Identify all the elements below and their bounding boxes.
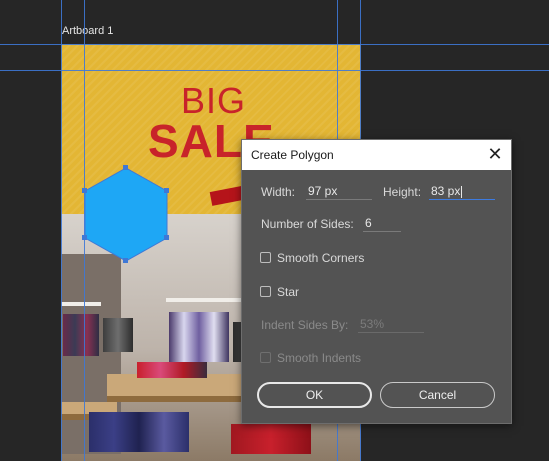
dialog-title: Create Polygon [251,148,334,162]
width-label: Width: [261,185,296,199]
ok-button[interactable]: OK [257,382,372,408]
dialog-titlebar[interactable]: Create Polygon ✕ [242,140,511,170]
selection-handle[interactable] [123,258,128,263]
height-input[interactable]: 83 px [429,184,495,200]
indent-sides-label: Indent Sides By: [261,318,349,332]
smooth-indents-checkbox[interactable] [260,352,271,363]
selection-handle[interactable] [164,188,169,193]
smooth-corners-label[interactable]: Smooth Corners [277,251,364,265]
width-input[interactable]: 97 px [306,184,372,200]
indent-sides-input[interactable]: 53% [358,317,424,333]
smooth-corners-checkbox[interactable] [260,252,271,263]
height-label: Height: [383,185,422,199]
selection-handle[interactable] [164,235,169,240]
guide-horizontal[interactable] [0,70,549,71]
number-of-sides-label: Number of Sides: [261,217,354,231]
guide-vertical[interactable] [84,0,85,461]
guide-horizontal[interactable] [0,44,549,45]
guide-vertical[interactable] [61,0,62,461]
create-polygon-dialog: Create Polygon ✕ Width: 97 px Height: 83… [241,139,512,424]
star-checkbox[interactable] [260,286,271,297]
smooth-indents-label[interactable]: Smooth Indents [277,351,361,365]
star-label[interactable]: Star [277,285,299,299]
cancel-button[interactable]: Cancel [380,382,495,408]
text-caret [461,185,463,198]
height-input-value: 83 px [431,184,461,198]
close-icon[interactable]: ✕ [485,144,505,164]
selection-handle[interactable] [123,165,128,170]
number-of-sides-input[interactable]: 6 [363,216,401,232]
workspace-canvas[interactable]: Artboard 1 BIG SALE Create Polygon ✕ Wid… [0,0,549,461]
